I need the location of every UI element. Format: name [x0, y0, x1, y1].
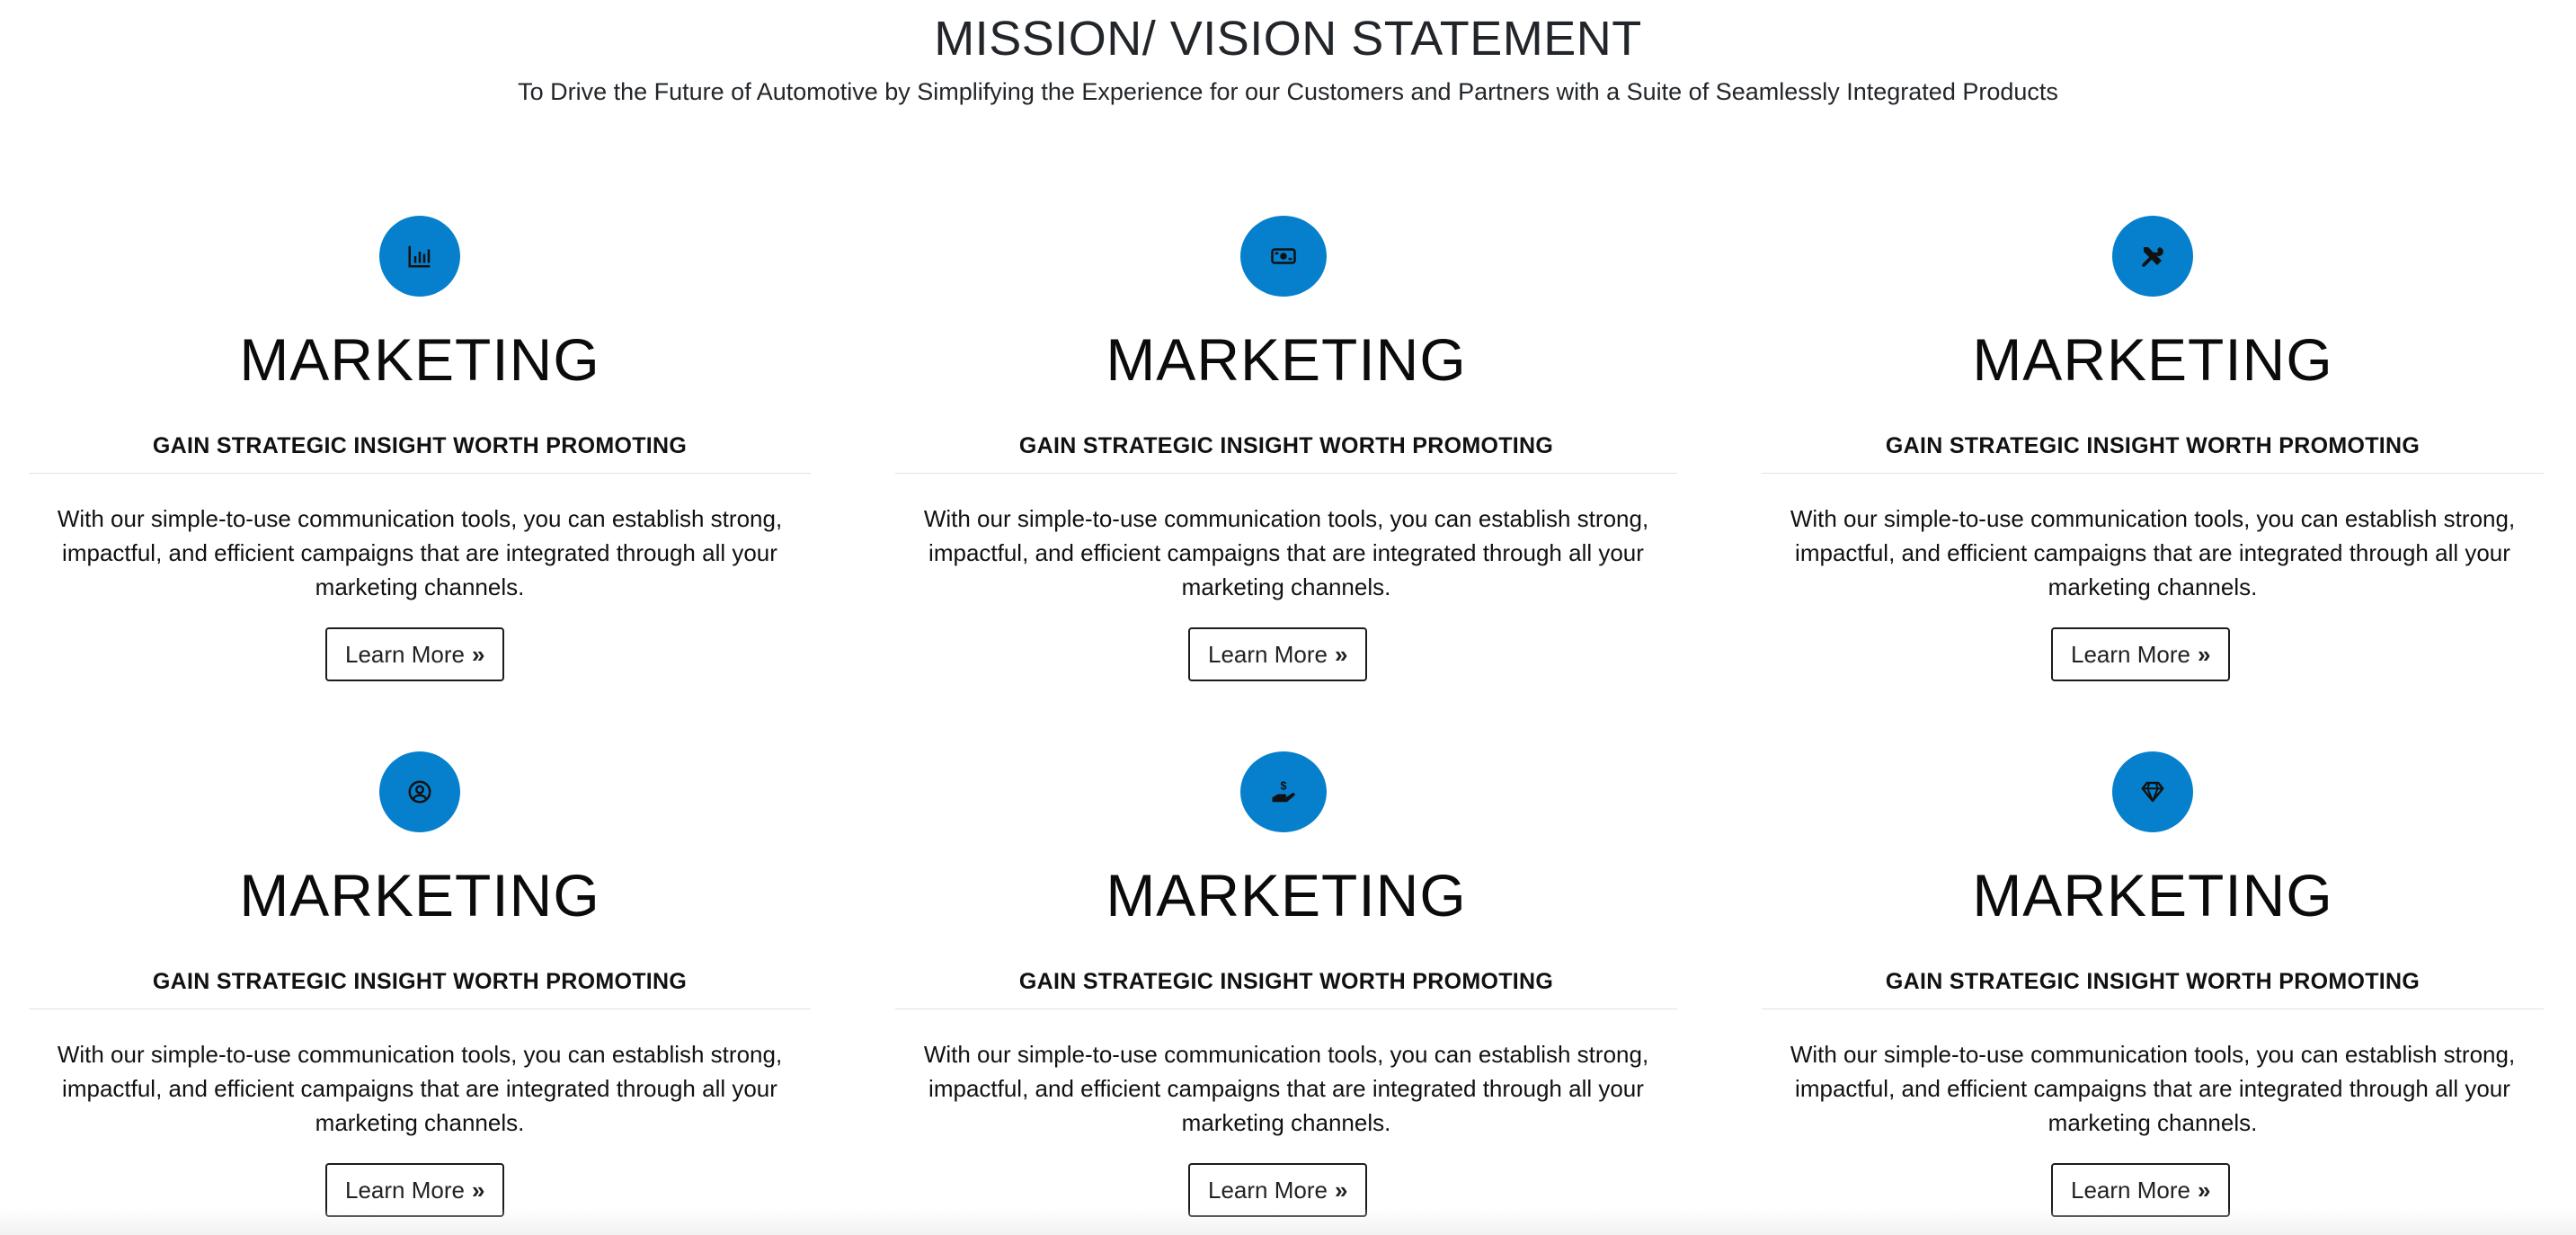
card-subheading: GAIN STRATEGIC INSIGHT WORTH PROMOTING [1885, 433, 2421, 458]
card-description: With our simple-to-use communication too… [923, 505, 1649, 600]
icon-badge: $ [1240, 751, 1327, 832]
tools-icon [2142, 247, 2163, 267]
double-chevron-right-icon: » [471, 1177, 485, 1204]
icon-badge [2112, 216, 2193, 297]
mission-statement: To Drive the Future of Automotive by Sim… [518, 78, 2058, 105]
learn-more-button[interactable]: Learn More » [1188, 627, 1368, 681]
user-circle-icon [408, 780, 431, 804]
icon-badge [379, 751, 460, 832]
card-subheading: GAIN STRATEGIC INSIGHT WORTH PROMOTING [1885, 969, 2421, 994]
card-subheading: GAIN STRATEGIC INSIGHT WORTH PROMOTING [152, 433, 688, 458]
card-heading: MARKETING [1106, 862, 1467, 928]
card-heading: MARKETING [239, 326, 600, 393]
card-heading: MARKETING [239, 862, 600, 928]
bar-chart-icon [408, 245, 431, 268]
card-heading: MARKETING [1972, 862, 2333, 928]
divider [895, 473, 1677, 474]
feature-card: $ MARKETING GAIN STRATEGIC INSIGHT WORTH… [895, 751, 1677, 1235]
card-description: With our simple-to-use communication too… [1790, 505, 2516, 600]
divider [895, 1008, 1677, 1009]
feature-card: MARKETING GAIN STRATEGIC INSIGHT WORTH P… [1762, 216, 2544, 755]
diamond-icon [2141, 781, 2164, 803]
learn-more-label: Learn More [345, 1176, 465, 1204]
card-subheading: GAIN STRATEGIC INSIGHT WORTH PROMOTING [152, 969, 688, 994]
double-chevron-right-icon: » [1334, 1177, 1348, 1204]
divider [29, 473, 811, 474]
svg-text:$: $ [1281, 780, 1287, 793]
double-chevron-right-icon: » [2197, 1177, 2211, 1204]
learn-more-button[interactable]: Learn More » [325, 627, 505, 681]
double-chevron-right-icon: » [1334, 641, 1348, 668]
card-subheading: GAIN STRATEGIC INSIGHT WORTH PROMOTING [1018, 969, 1554, 994]
learn-more-label: Learn More [345, 640, 465, 668]
money-bill-icon [1271, 248, 1296, 264]
divider [1762, 473, 2544, 474]
feature-card: MARKETING GAIN STRATEGIC INSIGHT WORTH P… [1762, 751, 2544, 1235]
double-chevron-right-icon: » [471, 641, 485, 668]
double-chevron-right-icon: » [2197, 641, 2211, 668]
divider [1762, 1008, 2544, 1009]
learn-more-label: Learn More [1208, 1176, 1328, 1204]
card-subheading: GAIN STRATEGIC INSIGHT WORTH PROMOTING [1018, 433, 1554, 458]
hand-holding-dollar-icon: $ [1272, 780, 1295, 803]
feature-card: MARKETING GAIN STRATEGIC INSIGHT WORTH P… [29, 216, 811, 755]
icon-badge [379, 216, 460, 297]
card-description: With our simple-to-use communication too… [923, 1041, 1649, 1136]
page: MISSION/ VISION STATEMENT To Drive the F… [0, 0, 2576, 1235]
bottom-fade [0, 1208, 2576, 1235]
icon-badge [2112, 751, 2193, 832]
page-title: MISSION/ VISION STATEMENT [934, 12, 1642, 66]
learn-more-label: Learn More [1208, 640, 1328, 668]
divider [29, 1008, 811, 1009]
feature-card: MARKETING GAIN STRATEGIC INSIGHT WORTH P… [29, 751, 811, 1235]
card-description: With our simple-to-use communication too… [1790, 1041, 2516, 1136]
icon-badge [1240, 216, 1327, 297]
card-description: With our simple-to-use communication too… [57, 505, 783, 600]
card-description: With our simple-to-use communication too… [57, 1041, 783, 1136]
feature-card: MARKETING GAIN STRATEGIC INSIGHT WORTH P… [895, 216, 1677, 755]
learn-more-label: Learn More [2071, 640, 2190, 668]
learn-more-label: Learn More [2071, 1176, 2190, 1204]
card-heading: MARKETING [1106, 326, 1467, 393]
learn-more-button[interactable]: Learn More » [2051, 627, 2231, 681]
card-heading: MARKETING [1972, 326, 2333, 393]
